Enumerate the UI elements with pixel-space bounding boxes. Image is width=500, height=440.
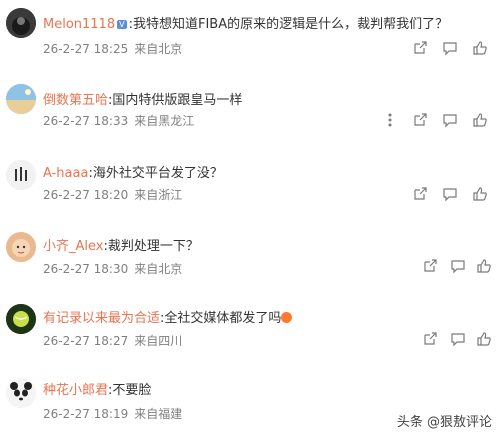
username[interactable]: 倒数第五哈 <box>43 93 108 108</box>
like-icon[interactable] <box>472 40 488 56</box>
comment-item: 有记录以来最为合适:全社交媒体都发了吗 26-2-27 18:27 来自四川 <box>0 288 500 360</box>
action-row <box>0 331 500 349</box>
username[interactable]: 小齐_Alex <box>43 239 103 254</box>
comment-text: :不要脸 <box>108 383 152 398</box>
username[interactable]: 种花小郎君 <box>43 383 108 398</box>
avatar[interactable] <box>6 304 36 334</box>
comment-text: :全社交媒体都发了吗 <box>160 311 282 326</box>
comment-text: :裁判处理一下？ <box>103 239 199 254</box>
action-row <box>0 40 500 58</box>
avatar[interactable] <box>6 378 36 408</box>
comment-text: :国内特供版跟皇马一样 <box>108 93 243 108</box>
action-row <box>0 258 500 276</box>
action-row <box>0 112 500 130</box>
emoji-icon <box>281 312 293 323</box>
like-icon[interactable] <box>472 112 488 128</box>
comment-text: :我特想知道FIBA的原来的逻辑是什么，裁判帮我们了？ <box>128 17 449 32</box>
comment-text: :海外社交平台发了没？ <box>88 166 223 181</box>
comment-icon[interactable] <box>442 40 458 56</box>
comment-item: A-haaa:海外社交平台发了没？ 26-2-27 18:20 来自浙江 <box>0 144 500 216</box>
comment-item: Melon1118 V:我特想知道FIBA的原来的逻辑是什么，裁判帮我们了？ 26… <box>0 0 500 72</box>
comment-item: 小齐_Alex:裁判处理一下？ 26-2-27 18:30 来自北京 <box>0 216 500 288</box>
comment-time: 26-2-27 18:19 <box>43 407 129 421</box>
action-row <box>0 186 500 204</box>
comment-location: 来自福建 <box>134 407 183 421</box>
more-icon[interactable] <box>382 112 398 128</box>
verified-badge: V <box>117 20 127 29</box>
like-icon[interactable] <box>476 331 492 347</box>
share-icon[interactable] <box>412 186 428 202</box>
share-icon[interactable] <box>412 112 428 128</box>
watermark: 头条 @狠敖评论 <box>396 415 492 430</box>
share-icon[interactable] <box>412 40 428 56</box>
comment-item: 倒数第五哈:国内特供版跟皇马一样 26-2-27 18:33 来自黑龙江 <box>0 72 500 144</box>
avatar[interactable] <box>6 84 36 114</box>
username[interactable]: A-haaa <box>43 166 88 181</box>
share-icon[interactable] <box>422 331 438 347</box>
username[interactable]: Melon1118 <box>43 17 115 32</box>
comment-icon[interactable] <box>450 258 466 274</box>
share-icon[interactable] <box>422 258 438 274</box>
comment-icon[interactable] <box>442 112 458 128</box>
username[interactable]: 有记录以来最为合适 <box>43 311 160 326</box>
comment-icon[interactable] <box>442 186 458 202</box>
like-icon[interactable] <box>476 258 492 274</box>
comment-icon[interactable] <box>450 331 466 347</box>
avatar[interactable] <box>6 8 36 38</box>
like-icon[interactable] <box>472 186 488 202</box>
